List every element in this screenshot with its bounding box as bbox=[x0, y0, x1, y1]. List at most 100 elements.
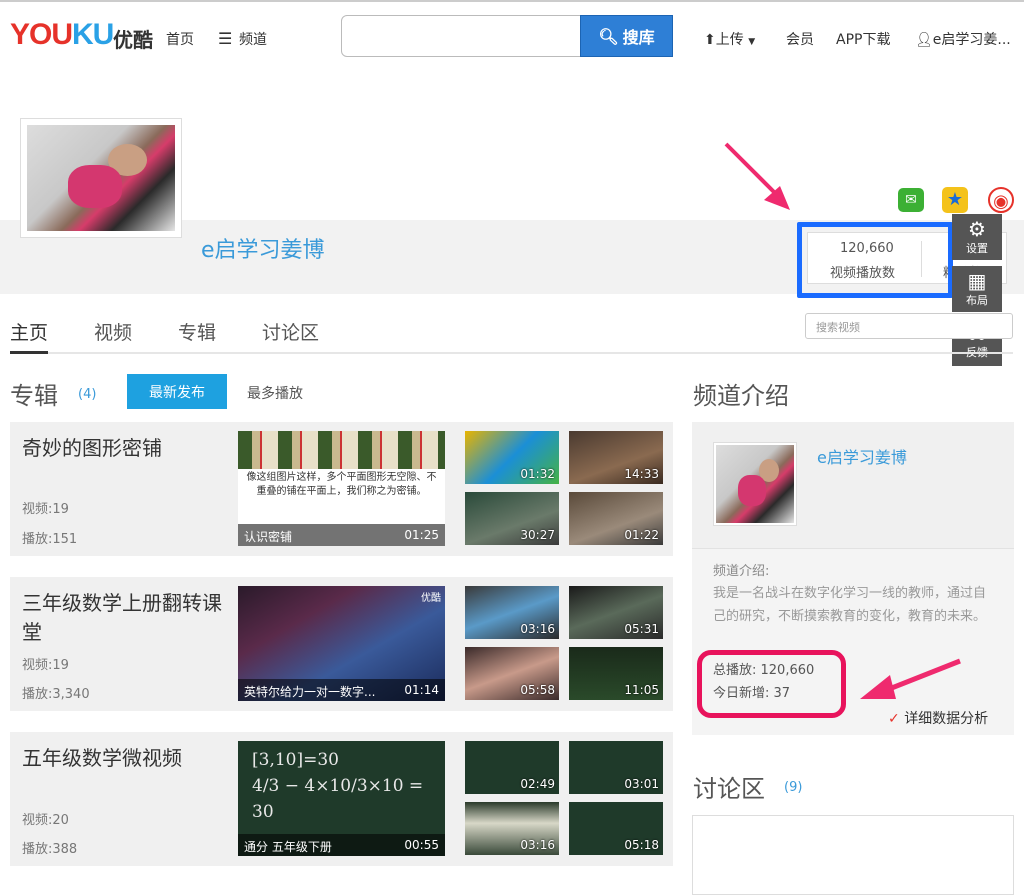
thumb-caption: 认识密铺 bbox=[244, 530, 293, 544]
thumb-duration: 03:16 bbox=[520, 838, 555, 852]
sort-latest-button[interactable]: 最新发布 bbox=[127, 374, 227, 409]
tab-videos[interactable]: 视频 bbox=[94, 318, 132, 345]
video-thumbnail[interactable]: 05:31 bbox=[569, 586, 663, 639]
tab-albums[interactable]: 专辑 bbox=[178, 318, 216, 345]
layout-icon: ▦ bbox=[967, 269, 987, 293]
album-play-count: 播放:151 bbox=[22, 532, 78, 547]
video-thumbnail[interactable]: 05:58 bbox=[465, 647, 559, 700]
discussion-count: (9) bbox=[784, 780, 803, 795]
album-main-thumbnail[interactable]: [3,10]=30 4/3 − 4×10/3×10 = 30 通分 五年级下册 00… bbox=[238, 741, 445, 856]
thumb-duration: 02:49 bbox=[520, 777, 555, 791]
video-thumbnail[interactable]: 03:16 bbox=[465, 802, 559, 855]
logo-text: YOUKU bbox=[10, 18, 114, 51]
thumb-duration: 00:55 bbox=[404, 838, 439, 852]
album-main-thumbnail[interactable]: 像这组图片这样，多个平面图形无空隙、不重叠的铺在平面上，我们称之为密铺。 认识密… bbox=[238, 431, 445, 546]
intro-avatar[interactable] bbox=[713, 442, 797, 526]
avatar-photo bbox=[716, 445, 794, 523]
thumbnail-text: 像这组图片这样，多个平面图形无空隙、不重叠的铺在平面上，我们称之为密铺。 bbox=[246, 472, 437, 497]
upload-label: 上传 bbox=[715, 32, 744, 48]
side-tool-label: 设置 bbox=[966, 242, 988, 255]
menu-icon[interactable]: ☰ bbox=[218, 29, 232, 48]
intro-channel-name[interactable]: e启学习姜博 bbox=[817, 444, 907, 468]
search-input[interactable] bbox=[341, 15, 581, 57]
search-button[interactable]: 🔍︎ 搜库 bbox=[580, 15, 673, 57]
intro-description: 我是一名战斗在数字化学习一线的教师，通过自己的研究，不断摸索教育的变化，教育的未… bbox=[713, 586, 987, 624]
logo-part: KU bbox=[72, 18, 114, 51]
top-navigation-bar: YOUKU 优酷 首页 ☰ 频道 🔍︎ 搜库 ⬆上传 ▼ 会员 APP下载 👤︎e… bbox=[0, 0, 1024, 70]
albums-title: 专辑 bbox=[10, 382, 58, 410]
thumb-duration: 01:22 bbox=[624, 528, 659, 542]
thumb-duration: 01:14 bbox=[404, 683, 439, 697]
video-thumbnail[interactable]: 01:32 bbox=[465, 431, 559, 484]
album-play-count: 播放:3,340 bbox=[22, 687, 90, 702]
nav-app-download[interactable]: APP下载 bbox=[836, 29, 890, 49]
thumb-duration: 01:32 bbox=[520, 467, 555, 481]
thumb-duration: 03:01 bbox=[624, 777, 659, 791]
video-thumbnail[interactable]: 14:33 bbox=[569, 431, 663, 484]
channel-avatar[interactable] bbox=[20, 118, 182, 238]
intro-label: 频道介绍: bbox=[713, 564, 770, 579]
sort-most-played-button[interactable]: 最多播放 bbox=[247, 383, 303, 403]
gear-icon: ⚙ bbox=[968, 217, 986, 241]
qzone-icon[interactable]: ★ bbox=[942, 187, 968, 213]
nav-home[interactable]: 首页 bbox=[166, 29, 194, 49]
side-tool-settings[interactable]: ⚙ 设置 bbox=[952, 214, 1002, 260]
user-icon: 👤︎ bbox=[915, 32, 933, 48]
side-tool-layout[interactable]: ▦ 布局 bbox=[952, 266, 1002, 312]
video-search-input[interactable]: 搜索视频 bbox=[805, 313, 1013, 339]
album-card[interactable]: 三年级数学上册翻转课堂 视频:19 播放:3,340 优酷 英特尔给力一对一数字… bbox=[10, 577, 673, 711]
discussion-input-box[interactable] bbox=[692, 815, 1014, 895]
album-title[interactable]: 奇妙的图形密铺 bbox=[22, 434, 222, 463]
thumb-duration: 14:33 bbox=[624, 467, 659, 481]
album-title[interactable]: 五年级数学微视频 bbox=[22, 744, 222, 773]
logo-part: YOU bbox=[10, 18, 73, 51]
video-thumbnail[interactable]: 03:01 bbox=[569, 741, 663, 794]
thumb-duration: 01:25 bbox=[404, 528, 439, 542]
thumb-caption: 英特尔给力一对一数字... bbox=[244, 685, 376, 699]
albums-count: (4) bbox=[78, 387, 97, 402]
video-thumbnail[interactable]: 05:18 bbox=[569, 802, 663, 855]
video-thumbnail[interactable]: 01:22 bbox=[569, 492, 663, 545]
youku-logo[interactable]: YOUKU bbox=[10, 18, 114, 52]
video-thumbnail[interactable]: 03:16 bbox=[465, 586, 559, 639]
upload-icon: ⬆ bbox=[704, 32, 716, 48]
video-thumbnail[interactable]: 02:49 bbox=[465, 741, 559, 794]
album-video-count: 视频:19 bbox=[22, 502, 69, 517]
album-main-thumbnail[interactable]: 优酷 英特尔给力一对一数字... 01:14 bbox=[238, 586, 445, 701]
thumb-duration: 05:58 bbox=[520, 683, 555, 697]
detail-analysis-link[interactable]: ✓ 详细数据分析 bbox=[888, 708, 988, 728]
album-video-count: 视频:19 bbox=[22, 658, 69, 673]
wechat-icon[interactable]: ✉ bbox=[898, 188, 924, 212]
highlight-frame-blue bbox=[797, 222, 953, 298]
tab-home[interactable]: 主页 bbox=[10, 318, 49, 354]
side-tool-label: 布局 bbox=[966, 294, 988, 307]
video-thumbnail[interactable]: 30:27 bbox=[465, 492, 559, 545]
album-video-count: 视频:20 bbox=[22, 813, 69, 828]
album-title[interactable]: 三年级数学上册翻转课堂 bbox=[22, 589, 222, 647]
tab-discussion[interactable]: 讨论区 bbox=[262, 318, 319, 345]
search-icon: 🔍︎ bbox=[598, 26, 619, 46]
album-play-count: 播放:388 bbox=[22, 842, 78, 857]
annotation-arrow-blue bbox=[724, 142, 790, 210]
logo-cn[interactable]: 优酷 bbox=[113, 24, 153, 53]
discussion-title: 讨论区 bbox=[693, 775, 765, 803]
channel-name[interactable]: e启学习姜博 bbox=[201, 232, 325, 264]
weibo-icon[interactable]: ◉ bbox=[988, 187, 1014, 213]
thumb-duration: 05:18 bbox=[624, 838, 659, 852]
user-name: e启学习姜... bbox=[932, 32, 1011, 48]
search-button-label: 搜库 bbox=[622, 28, 655, 47]
nav-member[interactable]: 会员 bbox=[786, 29, 814, 49]
thumb-duration: 05:31 bbox=[624, 622, 659, 636]
checkmark-icon: ✓ bbox=[888, 711, 900, 727]
chevron-down-icon: ▼ bbox=[748, 37, 756, 47]
intro-title: 频道介绍 bbox=[693, 382, 789, 410]
user-menu[interactable]: 👤︎e启学习姜... bbox=[915, 29, 1011, 49]
album-card[interactable]: 奇妙的图形密铺 视频:19 播放:151 像这组图片这样，多个平面图形无空隙、不… bbox=[10, 422, 673, 556]
album-card[interactable]: 五年级数学微视频 视频:20 播放:388 [3,10]=30 4/3 − 4×1… bbox=[10, 732, 673, 866]
annotation-arrow-pink bbox=[860, 658, 961, 699]
thumb-duration: 11:05 bbox=[624, 683, 659, 697]
avatar-photo bbox=[27, 125, 175, 231]
upload-button[interactable]: ⬆上传 ▼ bbox=[704, 29, 755, 49]
video-thumbnail[interactable]: 11:05 bbox=[569, 647, 663, 700]
nav-channel[interactable]: 频道 bbox=[239, 29, 267, 49]
